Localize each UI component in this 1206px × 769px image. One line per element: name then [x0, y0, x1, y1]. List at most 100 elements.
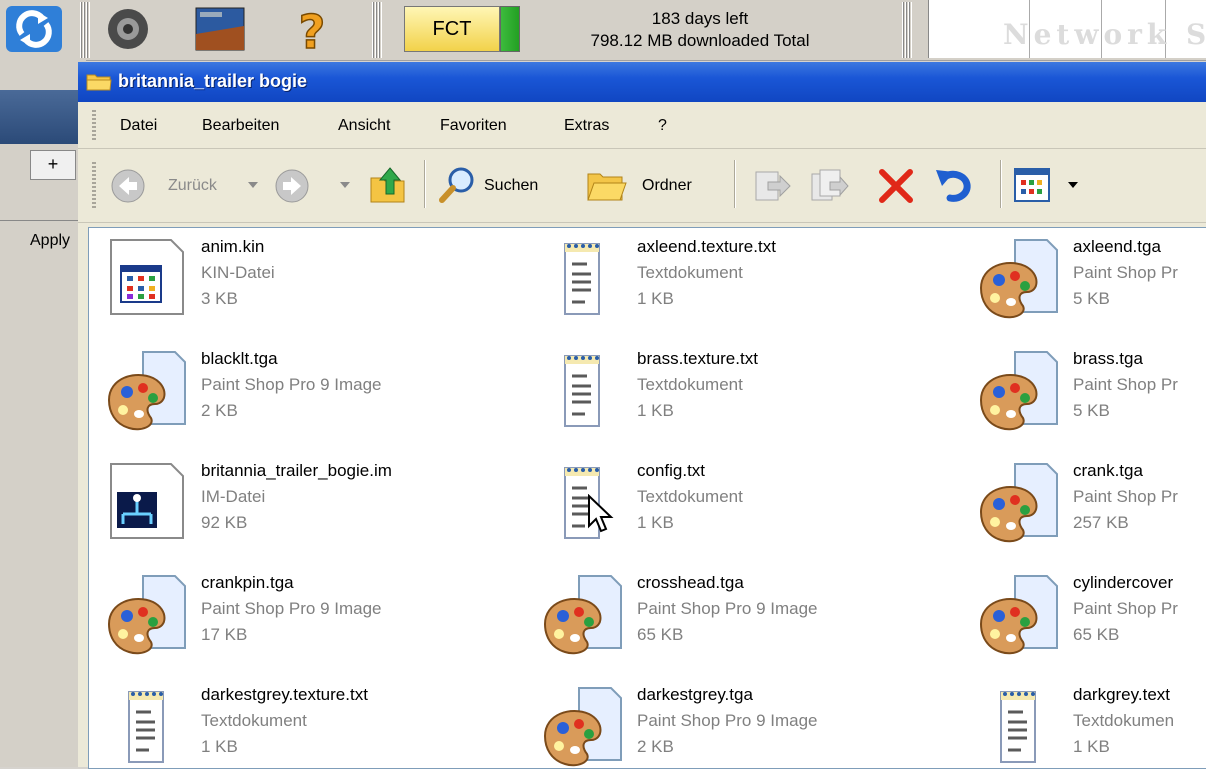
file-type: Paint Shop Pro 9 Image [637, 711, 818, 730]
add-button[interactable]: + [30, 150, 76, 180]
file-name: brass.texture.txt [637, 349, 758, 368]
search-button[interactable]: Suchen [484, 177, 538, 195]
file-size: 3 KB [201, 289, 238, 308]
menu-extras[interactable]: Extras [564, 117, 609, 135]
delete-icon[interactable] [876, 166, 916, 206]
divider [0, 220, 86, 221]
fct-button[interactable]: FCT [404, 6, 500, 52]
text-file-icon [541, 236, 625, 320]
text-file-icon [541, 348, 625, 432]
file-size: 257 KB [1073, 513, 1129, 532]
downloaded-total-text: 798.12 MB downloaded Total [590, 31, 810, 50]
background-app-header-bar [0, 90, 86, 144]
undo-icon[interactable] [934, 164, 978, 206]
file-name: config.txt [637, 461, 706, 480]
file-size: 65 KB [637, 625, 684, 644]
file-type: Paint Shop Pro 9 Image [637, 599, 818, 618]
folders-icon[interactable] [586, 166, 628, 206]
file-item[interactable]: axleend.tga Paint Shop Pr 5 KB [977, 236, 1206, 344]
joystick-icon[interactable] [96, 4, 160, 54]
network-banner: Network S [928, 0, 1206, 58]
paint-file-icon [105, 348, 189, 432]
text-file-icon [105, 684, 189, 768]
file-name: axleend.texture.txt [637, 237, 776, 256]
file-name: crank.tga [1073, 461, 1143, 480]
svg-text:?: ? [299, 5, 326, 54]
menu-grip[interactable] [92, 110, 96, 142]
views-icon[interactable] [1014, 168, 1050, 202]
menu-favoriten[interactable]: Favoriten [440, 117, 507, 135]
file-type: Textdokument [637, 375, 743, 394]
kin-file-icon [105, 236, 189, 320]
paint-file-icon [977, 572, 1061, 656]
train-image-icon[interactable] [188, 4, 252, 54]
file-type: Textdokument [637, 263, 743, 282]
file-item[interactable]: axleend.texture.txt Textdokument 1 KB [541, 236, 971, 344]
file-type: Textdokument [637, 487, 743, 506]
file-item[interactable]: brass.tga Paint Shop Pr 5 KB [977, 348, 1206, 456]
window-title: britannia_trailer bogie [118, 71, 308, 91]
file-item[interactable]: darkestgrey.texture.txt Textdokument 1 KB [105, 684, 535, 768]
file-list-view: anim.kin KIN-Datei 3 KB axleend.texture.tx… [88, 227, 1206, 769]
paint-file-icon [541, 572, 625, 656]
file-name: darkestgrey.texture.txt [201, 685, 368, 704]
network-banner-text: Network S [1003, 18, 1206, 51]
forward-arrow-icon[interactable] [274, 168, 310, 204]
file-item[interactable]: crankpin.tga Paint Shop Pro 9 Image 17 KB [105, 572, 535, 680]
toolbar-separator [1000, 160, 1002, 208]
file-name: britannia_trailer_bogie.im [201, 461, 392, 480]
file-item[interactable]: crosshead.tga Paint Shop Pro 9 Image 65 KB [541, 572, 971, 680]
file-size: 5 KB [1073, 289, 1110, 308]
menu-help[interactable]: ? [658, 117, 667, 135]
menu-datei[interactable]: Datei [120, 117, 157, 135]
toolbar-separator [734, 160, 736, 208]
move-to-icon[interactable] [750, 166, 792, 206]
file-name: crankpin.tga [201, 573, 294, 592]
file-name: brass.tga [1073, 349, 1143, 368]
file-item[interactable]: brass.texture.txt Textdokument 1 KB [541, 348, 971, 456]
search-icon[interactable] [438, 164, 478, 206]
file-item[interactable]: darkestgrey.tga Paint Shop Pro 9 Image 2 K… [541, 684, 971, 768]
back-button[interactable]: Zurück [168, 177, 217, 195]
menu-bearbeiten[interactable]: Bearbeiten [202, 117, 279, 135]
title-bar[interactable]: britannia_trailer bogie [78, 62, 1206, 102]
file-item[interactable]: cylindercover Paint Shop Pr 65 KB [977, 572, 1206, 680]
im-file-icon [105, 460, 189, 544]
apply-button[interactable]: Apply [0, 232, 86, 256]
menu-bar: Datei Bearbeiten Ansicht Favoriten Extra… [78, 104, 1206, 149]
chevron-down-icon[interactable] [340, 182, 350, 190]
file-name: blacklt.tga [201, 349, 278, 368]
toolbar-grip[interactable] [92, 162, 96, 208]
days-left-text: 183 days left [651, 9, 749, 28]
folder-icon [86, 74, 112, 91]
file-name: crosshead.tga [637, 573, 744, 592]
file-size: 2 KB [201, 401, 238, 420]
chevron-down-icon[interactable] [248, 182, 258, 190]
file-size: 92 KB [201, 513, 248, 532]
file-name: axleend.tga [1073, 237, 1161, 256]
text-file-icon [977, 684, 1061, 768]
folders-button[interactable]: Ordner [642, 177, 692, 195]
explorer-window: britannia_trailer bogie Datei Bearbeiten… [78, 62, 1206, 769]
paint-file-icon [977, 460, 1061, 544]
copy-to-icon[interactable] [808, 166, 850, 206]
file-name: cylindercover [1073, 573, 1174, 592]
file-name: darkestgrey.tga [637, 685, 753, 704]
file-size: 1 KB [201, 737, 238, 756]
refresh-app-icon[interactable] [2, 4, 66, 54]
chevron-down-icon[interactable] [1068, 182, 1078, 190]
file-item[interactable]: blacklt.tga Paint Shop Pro 9 Image 2 KB [105, 348, 535, 456]
file-name: darkgrey.text [1073, 685, 1171, 704]
file-item[interactable]: darkgrey.text Textdokumen 1 KB [977, 684, 1206, 768]
file-item[interactable]: anim.kin KIN-Datei 3 KB [105, 236, 535, 344]
help-icon[interactable]: ? [280, 4, 344, 60]
file-type: IM-Datei [201, 487, 266, 506]
paint-file-icon [541, 684, 625, 768]
background-app-toolbar: ? FCT 183 days left 798.12 MB downloaded… [0, 0, 1206, 61]
folder-up-icon[interactable] [368, 164, 408, 206]
menu-ansicht[interactable]: Ansicht [338, 117, 390, 135]
file-item[interactable]: crank.tga Paint Shop Pr 257 KB [977, 460, 1206, 568]
toolbar-separator [372, 2, 382, 58]
file-item[interactable]: britannia_trailer_bogie.im IM-Datei 92 KB [105, 460, 535, 568]
back-arrow-icon[interactable] [110, 168, 146, 204]
